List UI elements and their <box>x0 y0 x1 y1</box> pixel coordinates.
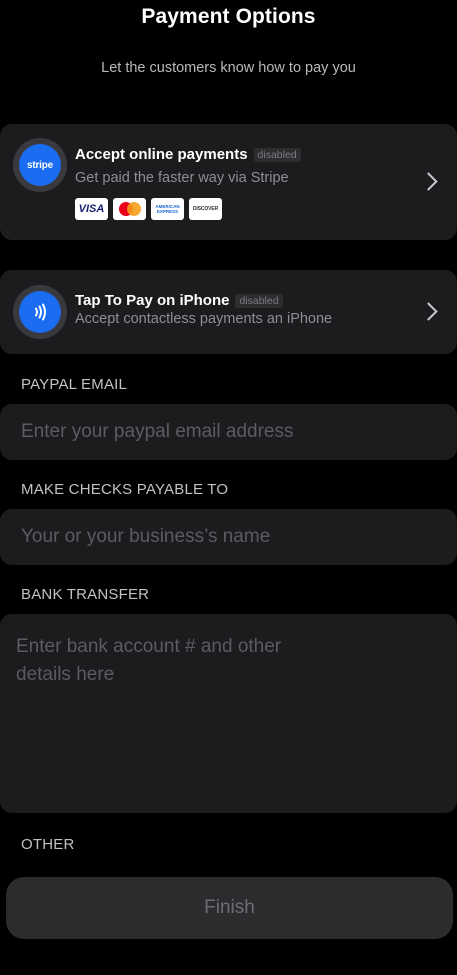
checks-payable-input[interactable] <box>0 509 457 565</box>
contactless-icon <box>13 285 67 339</box>
stripe-logo-text: stripe <box>26 159 54 171</box>
paypal-email-label: PAYPAL EMAIL <box>21 376 128 393</box>
status-badge: disabled <box>235 293 283 308</box>
tap-to-pay-title: Tap To Pay on iPhone <box>75 292 230 309</box>
finish-button[interactable]: Finish <box>6 877 453 939</box>
discover-logo: DISCOVER <box>189 198 222 220</box>
visa-logo-text: VISA <box>78 203 105 215</box>
online-payments-title: Accept online payments <box>75 146 248 163</box>
tap-to-pay-card[interactable]: Tap To Pay on iPhone disabled Accept con… <box>0 270 457 354</box>
visa-logo: VISA <box>75 198 108 220</box>
status-badge: disabled <box>253 147 301 162</box>
online-payments-card[interactable]: stripe Accept online payments disabled G… <box>0 124 457 240</box>
stripe-icon: stripe <box>13 138 67 192</box>
chevron-right-icon <box>419 172 438 191</box>
discover-logo-text: DISCOVER <box>192 206 219 212</box>
page-title: Payment Options <box>141 5 316 28</box>
page-subtitle: Let the customers know how to pay you <box>101 60 356 76</box>
amex-logo-text: AMERICAN EXPRESS <box>155 204 180 214</box>
paypal-email-input[interactable] <box>0 404 457 460</box>
amex-logo: AMERICAN EXPRESS <box>151 198 184 220</box>
online-payments-description: Get paid the faster way via Stripe <box>75 170 289 186</box>
chevron-right-icon <box>419 302 438 321</box>
mastercard-logo <box>113 198 146 220</box>
checks-payable-label: MAKE CHECKS PAYABLE TO <box>21 481 229 498</box>
tap-to-pay-description: Accept contactless payments an iPhone <box>75 311 333 327</box>
bank-transfer-label: BANK TRANSFER <box>21 586 150 603</box>
card-brand-logos: VISA AMERICAN EXPRESS DISCOVER <box>75 198 222 220</box>
other-label: OTHER <box>21 836 75 853</box>
bank-transfer-textarea[interactable] <box>0 614 457 813</box>
